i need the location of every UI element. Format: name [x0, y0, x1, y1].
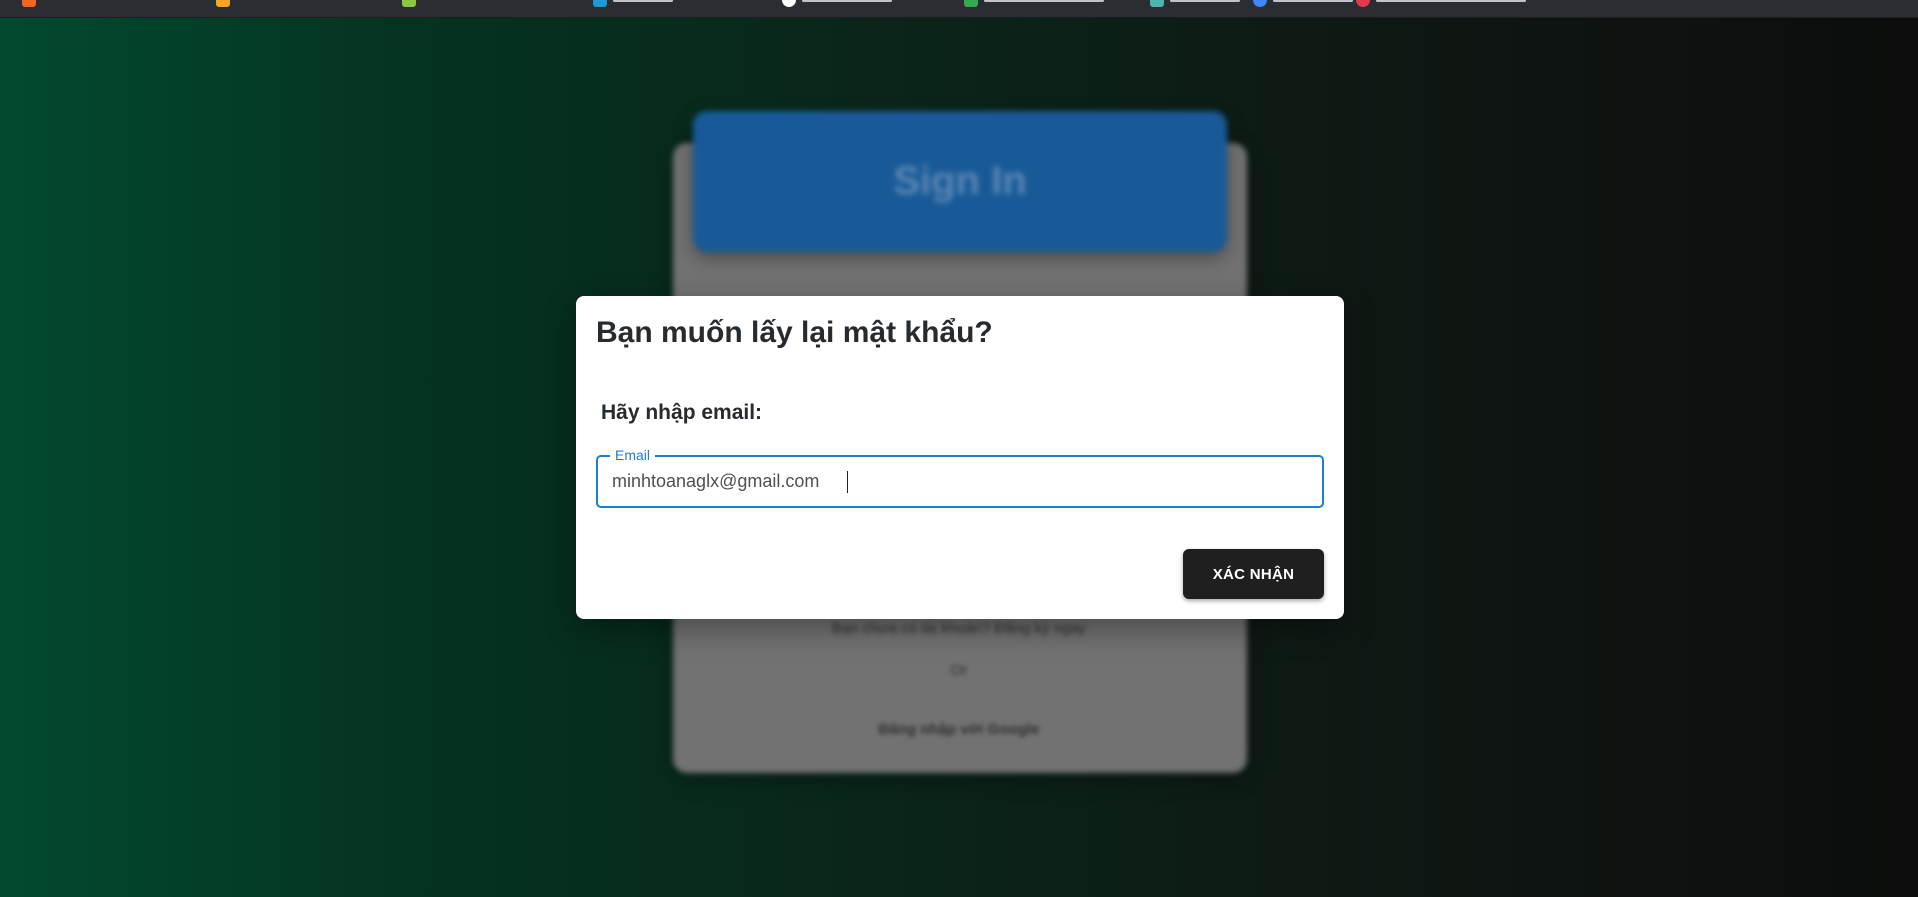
forgot-password-dialog: Bạn muốn lấy lại mật khẩu? Hãy nhập emai… [576, 296, 1344, 619]
blue-k-icon [593, 0, 607, 7]
bookmark-item[interactable] [593, 0, 673, 7]
dialog-title: Bạn muốn lấy lại mật khẩu? [596, 316, 993, 349]
background-register-link: Bạn chưa có tài khoản? Đăng ký ngay [831, 620, 1087, 637]
teal-icon [1150, 0, 1164, 7]
bookmark-item[interactable] [22, 0, 36, 7]
background-signin-header: Sign In [693, 111, 1227, 252]
bookmark-item[interactable] [1253, 0, 1353, 7]
confirm-button[interactable]: XÁC NHẬN [1183, 549, 1324, 599]
red-circle-icon [1356, 0, 1370, 7]
blue-circle-icon [1253, 0, 1267, 7]
background-signin-title: Sign In [893, 159, 1027, 203]
background-google-login: Đăng nhập với Google [878, 721, 1040, 738]
email-field[interactable]: Email [596, 447, 1324, 508]
sheets-icon [964, 0, 978, 7]
bookmark-item[interactable] [1356, 0, 1526, 7]
orange-square-icon [22, 0, 36, 7]
bookmark-item[interactable] [782, 0, 892, 7]
text-cursor [847, 471, 848, 493]
yellow-y-icon [216, 0, 230, 7]
github-icon [782, 0, 796, 7]
email-prompt: Hãy nhập email: [601, 401, 763, 424]
bookmark-item[interactable] [402, 0, 416, 7]
bookmark-item[interactable] [216, 0, 230, 7]
green-cube-icon [402, 0, 416, 7]
bookmark-item[interactable] [964, 0, 1104, 7]
bookmark-item[interactable] [1150, 0, 1240, 7]
email-input[interactable] [612, 457, 1302, 506]
bookmarks-bar [0, 0, 1918, 18]
background-or-divider: Or [950, 662, 968, 679]
